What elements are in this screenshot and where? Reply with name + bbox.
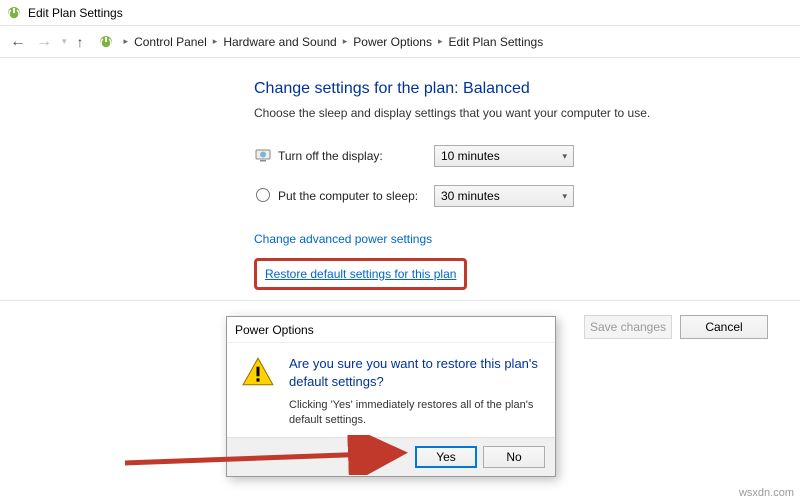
window-title: Edit Plan Settings: [28, 6, 123, 20]
chevron-right-icon[interactable]: ▸: [343, 36, 348, 47]
chevron-down-icon: ▾: [562, 151, 567, 162]
page-heading: Change settings for the plan: Balanced: [254, 80, 800, 98]
chevron-down-icon: ▾: [562, 191, 567, 202]
confirm-dialog: Power Options Are you sure you want to r…: [226, 316, 556, 477]
sleep-dropdown-value: 30 minutes: [441, 189, 500, 203]
page-subtext: Choose the sleep and display settings th…: [254, 106, 800, 120]
display-icon: [254, 147, 272, 166]
dialog-title: Power Options: [227, 317, 555, 343]
row-display: Turn off the display: 10 minutes ▾: [254, 142, 800, 170]
back-button[interactable]: ←: [10, 34, 26, 50]
chevron-right-icon[interactable]: ▸: [438, 36, 443, 47]
crumb-edit-plan[interactable]: Edit Plan Settings: [449, 35, 544, 49]
no-button[interactable]: No: [483, 446, 545, 468]
display-dropdown-value: 10 minutes: [441, 149, 500, 163]
chevron-right-icon[interactable]: ▸: [213, 36, 218, 47]
link-advanced-settings[interactable]: Change advanced power settings: [254, 232, 432, 246]
dialog-sub-text: Clicking 'Yes' immediately restores all …: [289, 398, 541, 429]
highlight-box: Restore default settings for this plan: [254, 258, 467, 290]
link-restore-defaults[interactable]: Restore default settings for this plan: [265, 267, 456, 281]
forward-button: →: [36, 34, 52, 50]
links-area: Change advanced power settings Restore d…: [254, 232, 800, 290]
breadcrumb: ▸ Control Panel ▸ Hardware and Sound ▸ P…: [124, 35, 544, 49]
crumb-power-options[interactable]: Power Options: [353, 35, 432, 49]
location-icon: [98, 34, 114, 50]
chevron-right-icon[interactable]: ▸: [124, 36, 129, 47]
cancel-button[interactable]: Cancel: [680, 315, 768, 339]
warning-icon: [241, 355, 275, 429]
dialog-main-text: Are you sure you want to restore this pl…: [289, 355, 541, 390]
nav-bar: ← → ▾ ↑ ▸ Control Panel ▸ Hardware and S…: [0, 26, 800, 58]
crumb-control-panel[interactable]: Control Panel: [134, 35, 207, 49]
button-row: Save changes Cancel: [584, 315, 768, 339]
dialog-button-row: Yes No: [227, 437, 555, 476]
yes-button[interactable]: Yes: [415, 446, 477, 468]
power-plan-icon: [6, 5, 22, 21]
recent-locations-chevron[interactable]: ▾: [62, 37, 67, 46]
sleep-dropdown[interactable]: 30 minutes ▾: [434, 185, 574, 207]
title-bar: Edit Plan Settings: [0, 0, 800, 26]
sleep-label: Put the computer to sleep:: [278, 189, 434, 203]
display-dropdown[interactable]: 10 minutes ▾: [434, 145, 574, 167]
display-label: Turn off the display:: [278, 149, 434, 163]
save-changes-button: Save changes: [584, 315, 672, 339]
separator: [0, 300, 800, 301]
up-button[interactable]: ↑: [77, 34, 84, 50]
crumb-hardware-sound[interactable]: Hardware and Sound: [223, 35, 336, 49]
sleep-icon: [254, 187, 272, 206]
watermark: wsxdn.com: [739, 487, 794, 499]
row-sleep: Put the computer to sleep: 30 minutes ▾: [254, 182, 800, 210]
main-content: Change settings for the plan: Balanced C…: [0, 58, 800, 290]
